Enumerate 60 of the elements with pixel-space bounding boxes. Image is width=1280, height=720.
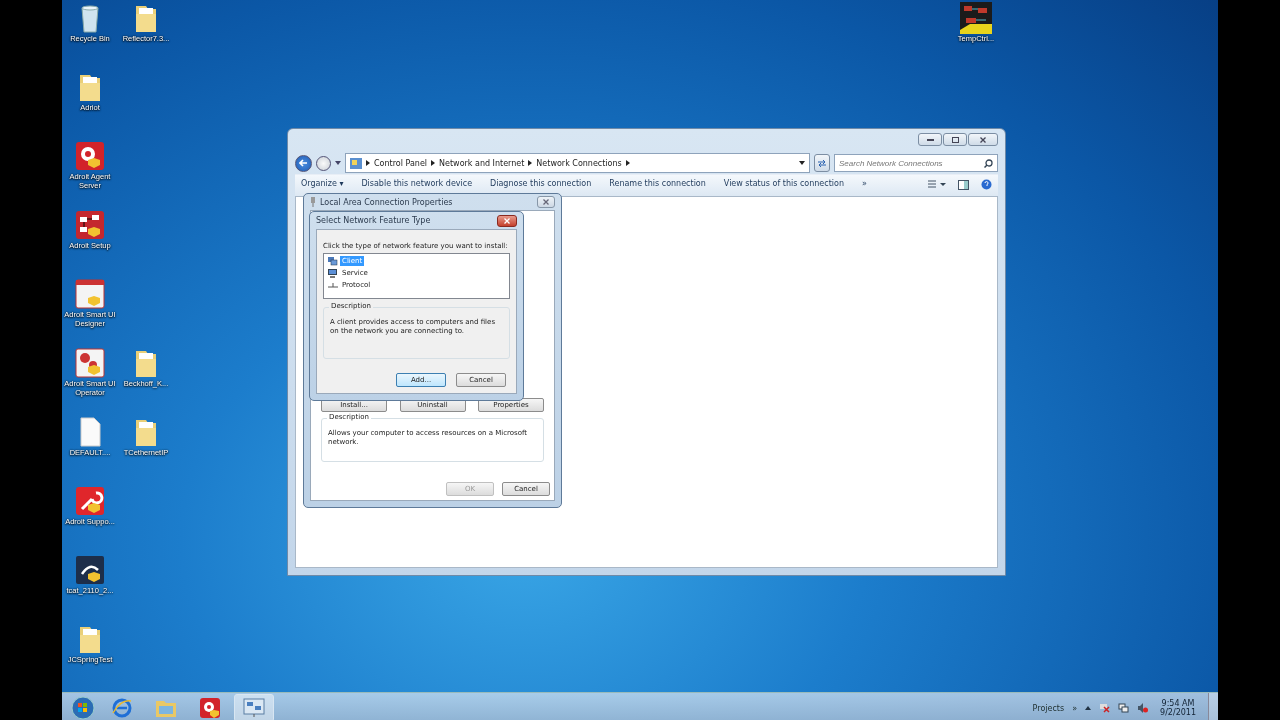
- dropdown-arrow-icon: [799, 161, 805, 165]
- gears-app-icon: [74, 347, 106, 379]
- close-button[interactable]: [968, 133, 998, 146]
- clock[interactable]: 9:54 AM 9/2/2011: [1156, 699, 1200, 717]
- refresh-button[interactable]: [814, 154, 830, 172]
- start-orb-icon: [71, 696, 95, 720]
- speaker-muted-icon[interactable]: [1137, 703, 1149, 713]
- back-button[interactable]: [295, 154, 312, 172]
- close-button[interactable]: [497, 214, 517, 227]
- help-icon[interactable]: [981, 179, 992, 190]
- setup-app-icon: [74, 209, 106, 241]
- toolbar-chevron[interactable]: »: [1072, 703, 1078, 713]
- view-options-icon[interactable]: [928, 180, 946, 189]
- close-icon: [504, 217, 510, 224]
- close-button[interactable]: [537, 196, 555, 208]
- breadcrumb-arrow-icon: [625, 160, 630, 166]
- minimize-icon: [926, 138, 934, 141]
- close-icon: [980, 136, 986, 143]
- dialog-title: Select Network Feature Type: [316, 216, 432, 225]
- breadcrumb-item[interactable]: Control Panel: [374, 158, 428, 168]
- close-icon: [543, 199, 549, 205]
- monitors-icon: [328, 256, 338, 266]
- breadcrumb-arrow-icon: [366, 160, 370, 166]
- toolbar-command[interactable]: »: [861, 179, 867, 189]
- network-window-icon: [243, 698, 265, 718]
- toolbar-command[interactable]: View status of this connection: [723, 179, 844, 189]
- dialog-title: Local Area Connection Properties: [320, 197, 454, 207]
- forward-button[interactable]: [316, 155, 331, 171]
- preview-pane-icon[interactable]: [958, 179, 969, 190]
- network-tray-icon[interactable]: [1118, 703, 1130, 713]
- address-bar[interactable]: Control Panel Network and Internet Network Connections: [345, 153, 810, 173]
- browser-e-icon: [111, 697, 133, 719]
- wrench-app-icon: [74, 485, 106, 517]
- search-input[interactable]: Search Network Connections: [839, 158, 979, 168]
- search-icon: [984, 158, 993, 168]
- start-button[interactable]: [68, 694, 98, 720]
- breadcrumb-item[interactable]: Network and Internet: [439, 158, 525, 168]
- breadcrumb-arrow-icon: [431, 160, 436, 166]
- maximize-button[interactable]: [943, 133, 967, 146]
- minimize-button[interactable]: [918, 133, 942, 146]
- breadcrumb-item[interactable]: Network Connections: [536, 158, 622, 168]
- window-app-icon: [74, 278, 106, 310]
- search-field[interactable]: Search Network Connections: [834, 154, 998, 172]
- computer-icon: [328, 268, 338, 278]
- tray-up-arrow-icon[interactable]: [1085, 706, 1092, 710]
- toolbar-command[interactable]: Disable this network device: [361, 179, 473, 189]
- breadcrumb-arrow-icon: [528, 160, 533, 166]
- taskbar-button[interactable]: [234, 694, 274, 720]
- toolbar-command[interactable]: Diagnose this connection: [490, 179, 592, 189]
- control-panel-icon: [350, 157, 362, 169]
- circuit-app-icon: [960, 2, 992, 34]
- toolbar-label: Projects: [1032, 703, 1065, 713]
- toolbar-command[interactable]: Organize ▾: [301, 179, 344, 189]
- back-arrow-icon: [299, 159, 308, 167]
- maximize-icon: [951, 136, 959, 143]
- flag-icon[interactable]: [1099, 703, 1111, 713]
- toolbar-command[interactable]: Rename this connection: [609, 179, 706, 189]
- folder-icon: [155, 698, 177, 718]
- dropdown-arrow-icon[interactable]: [335, 161, 341, 165]
- refresh-arrows-icon: [817, 158, 827, 168]
